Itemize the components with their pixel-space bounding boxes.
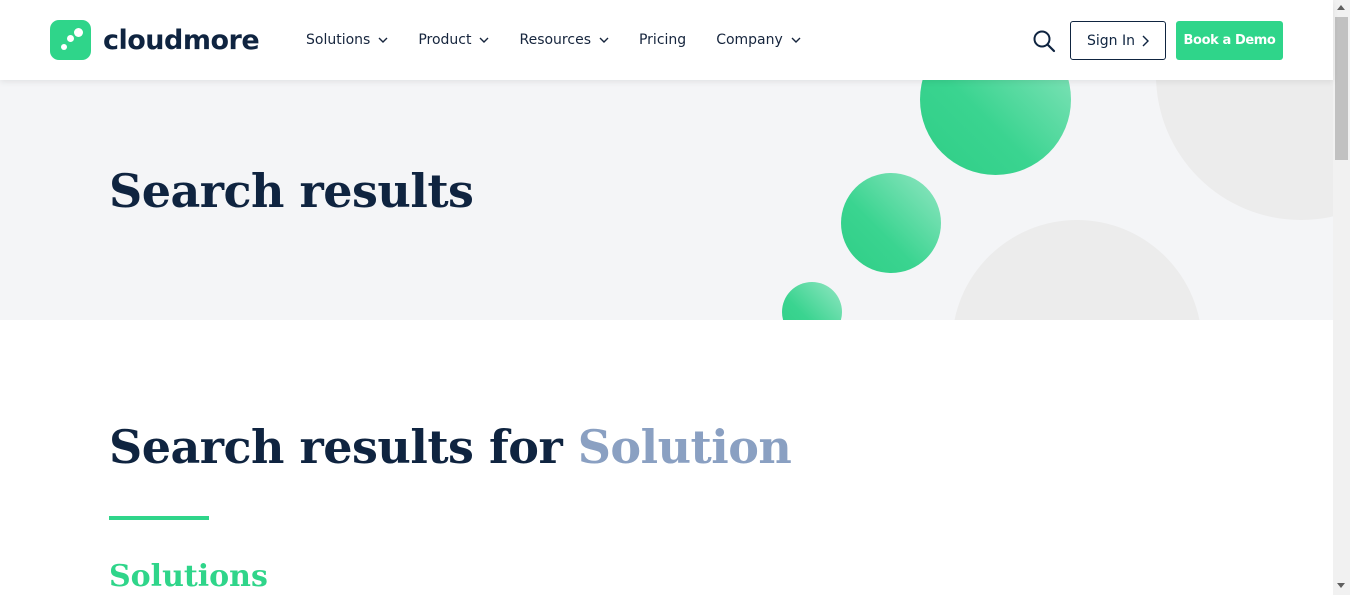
decorative-green-circle [782, 282, 842, 320]
nav-item-label: Company [716, 32, 783, 48]
decorative-grey-circle [952, 220, 1202, 320]
results-heading: Search results for Solution [109, 420, 792, 474]
decorative-green-circle [920, 80, 1071, 175]
decorative-grey-circle [1156, 80, 1333, 220]
search-icon[interactable] [1032, 29, 1056, 53]
chevron-down-icon [378, 37, 388, 43]
cloudmore-logo[interactable]: cloudmore [50, 20, 260, 60]
results-section-heading: Solutions [109, 559, 268, 594]
scrollbar-thumb[interactable] [1335, 17, 1348, 160]
cloudmore-logo-icon [50, 20, 91, 60]
nav-item-pricing[interactable]: Pricing [639, 29, 686, 51]
nav-item-resources[interactable]: Resources [519, 29, 609, 51]
hero-banner: Search results [0, 80, 1333, 320]
nav-item-company[interactable]: Company [716, 29, 801, 51]
nav-item-label: Solutions [306, 32, 371, 48]
nav-item-label: Product [418, 32, 472, 48]
chevron-down-icon [479, 37, 489, 43]
search-term: Solution [577, 420, 792, 474]
chevron-down-icon [791, 37, 801, 43]
results-heading-prefix: Search results for [109, 420, 563, 474]
scroll-down-arrow-icon[interactable] [1337, 583, 1345, 588]
chevron-down-icon [599, 37, 609, 43]
vertical-scrollbar[interactable] [1333, 0, 1350, 595]
nav-item-label: Pricing [638, 32, 687, 48]
main-nav: Solutions Product Resources Pricing Comp… [306, 29, 831, 51]
brand-name: cloudmore [103, 24, 260, 56]
book-demo-button[interactable]: Book a Demo [1176, 21, 1283, 60]
accent-divider [109, 516, 209, 520]
page-title: Search results [109, 164, 474, 218]
site-header: cloudmore Solutions Product Resources Pr… [0, 0, 1333, 80]
sign-in-button[interactable]: Sign In [1070, 21, 1166, 60]
sign-in-label: Sign In [1087, 32, 1135, 49]
nav-item-solutions[interactable]: Solutions [306, 29, 388, 51]
decorative-green-circle [841, 173, 941, 273]
scroll-up-arrow-icon[interactable] [1337, 5, 1345, 10]
nav-item-product[interactable]: Product [418, 29, 489, 51]
nav-item-label: Resources [519, 32, 591, 48]
chevron-right-icon [1142, 35, 1149, 46]
